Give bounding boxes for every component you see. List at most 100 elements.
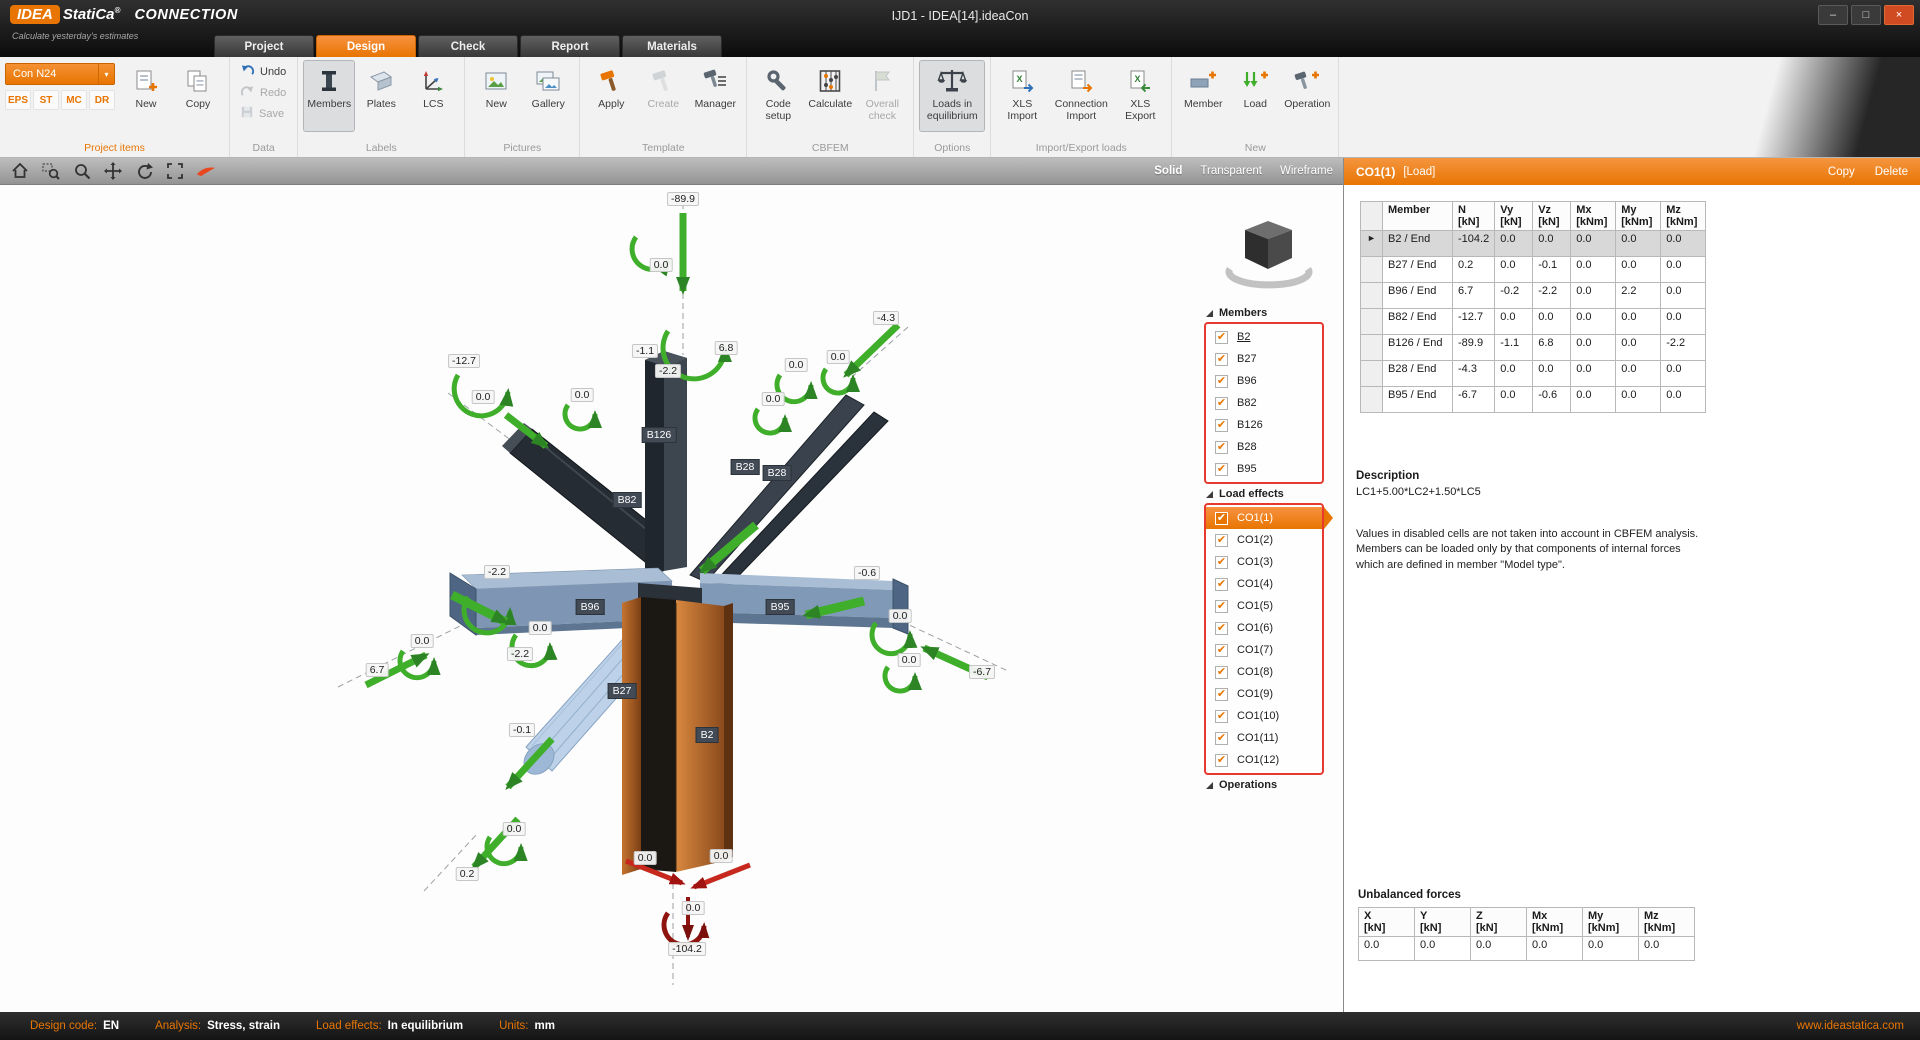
- member-cell[interactable]: B27 / End: [1383, 257, 1453, 283]
- undo-button[interactable]: Undo: [235, 63, 292, 81]
- member-cell[interactable]: B82 / End: [1383, 309, 1453, 335]
- value-cell[interactable]: 0.0: [1661, 257, 1706, 283]
- member-cell[interactable]: B28 / End: [1383, 361, 1453, 387]
- xls-export-button[interactable]: XXLS Export: [1114, 60, 1166, 132]
- loads-in-equilibrium-button[interactable]: Loads in equilibrium: [919, 60, 985, 132]
- project-type-dr-button[interactable]: DR: [89, 90, 115, 110]
- row-selector-cell[interactable]: [1361, 309, 1383, 335]
- row-selector-cell[interactable]: ►: [1361, 231, 1383, 257]
- create-button[interactable]: Create: [637, 60, 689, 132]
- chevron-down-icon[interactable]: ▾: [98, 64, 114, 84]
- pan-icon[interactable]: [103, 161, 123, 181]
- checkbox-checked-icon[interactable]: ✔: [1215, 622, 1228, 635]
- titlebar[interactable]: IJD1 - IDEA[14].ideaCon – □ ×: [0, 0, 1920, 32]
- value-cell[interactable]: -6.7: [1453, 387, 1495, 413]
- value-cell[interactable]: -104.2: [1453, 231, 1495, 257]
- value-cell[interactable]: 0.0: [1571, 335, 1616, 361]
- load-effect-item-co1-10[interactable]: ✔CO1(10): [1206, 705, 1322, 727]
- value-cell[interactable]: 0.0: [1571, 361, 1616, 387]
- load-row-b28-end[interactable]: B28 / End-4.30.00.00.00.00.0: [1361, 361, 1706, 387]
- connection-import-button[interactable]: Connection Import: [1048, 60, 1114, 132]
- checkbox-checked-icon[interactable]: ✔: [1215, 397, 1228, 410]
- load-effect-item-co1-11[interactable]: ✔CO1(11): [1206, 727, 1322, 749]
- load-button[interactable]: Load: [1229, 60, 1281, 132]
- value-cell[interactable]: 0.0: [1571, 231, 1616, 257]
- value-cell[interactable]: 0.0: [1533, 309, 1571, 335]
- home-icon[interactable]: [10, 161, 30, 181]
- value-cell[interactable]: 0.0: [1661, 361, 1706, 387]
- checkbox-checked-icon[interactable]: ✔: [1215, 512, 1228, 525]
- load-effect-item-co1-5[interactable]: ✔CO1(5): [1206, 595, 1322, 617]
- value-cell[interactable]: 0.0: [1533, 361, 1571, 387]
- value-cell[interactable]: -2.2: [1661, 335, 1706, 361]
- manager-button[interactable]: Manager: [689, 60, 741, 132]
- gallery-button[interactable]: Gallery: [522, 60, 574, 132]
- member-item-b28[interactable]: ✔B28: [1206, 436, 1322, 458]
- rotate-icon[interactable]: [134, 161, 154, 181]
- website-link[interactable]: www.ideastatica.com: [1797, 1020, 1904, 1032]
- checkbox-checked-icon[interactable]: ✔: [1215, 463, 1228, 476]
- fit-view-icon[interactable]: [165, 161, 185, 181]
- beam-b126[interactable]: [645, 351, 687, 578]
- row-selector-cell[interactable]: [1361, 387, 1383, 413]
- highlight-icon[interactable]: [196, 161, 216, 181]
- value-cell[interactable]: -0.6: [1533, 387, 1571, 413]
- member-item-b82[interactable]: ✔B82: [1206, 392, 1322, 414]
- checkbox-checked-icon[interactable]: ✔: [1215, 578, 1228, 591]
- row-selector-cell[interactable]: [1361, 283, 1383, 309]
- close-button[interactable]: ×: [1884, 5, 1914, 25]
- load-row-b27-end[interactable]: B27 / End0.20.0-0.10.00.00.0: [1361, 257, 1706, 283]
- value-cell[interactable]: 0.0: [1495, 387, 1533, 413]
- load-effect-item-co1-6[interactable]: ✔CO1(6): [1206, 617, 1322, 639]
- load-effect-item-co1-4[interactable]: ✔CO1(4): [1206, 573, 1322, 595]
- member-item-b95[interactable]: ✔B95: [1206, 458, 1322, 480]
- tab-design[interactable]: Design: [316, 35, 416, 57]
- value-cell[interactable]: 0.0: [1661, 231, 1706, 257]
- load-effect-item-co1-2[interactable]: ✔CO1(2): [1206, 529, 1322, 551]
- load-effect-item-co1-3[interactable]: ✔CO1(3): [1206, 551, 1322, 573]
- checkbox-checked-icon[interactable]: ✔: [1215, 534, 1228, 547]
- operation-button[interactable]: Operation: [1281, 60, 1333, 132]
- 3d-viewport[interactable]: B126B82B28B28B96B95B27B2 -89.90.06.8-1.1…: [0, 185, 1343, 1012]
- member-item-b96[interactable]: ✔B96: [1206, 370, 1322, 392]
- view-mode-solid[interactable]: Solid: [1154, 165, 1182, 177]
- load-effect-item-co1-8[interactable]: ✔CO1(8): [1206, 661, 1322, 683]
- expander-icon[interactable]: [1206, 310, 1213, 317]
- row-selector-cell[interactable]: [1361, 361, 1383, 387]
- 3d-scene[interactable]: [0, 185, 1343, 1012]
- load-row-b2-end[interactable]: ►B2 / End-104.20.00.00.00.00.0: [1361, 231, 1706, 257]
- tree-members-header[interactable]: Members: [1204, 307, 1332, 319]
- member-item-b27[interactable]: ✔B27: [1206, 348, 1322, 370]
- member-cell[interactable]: B2 / End: [1383, 231, 1453, 257]
- value-cell[interactable]: 0.0: [1616, 257, 1661, 283]
- project-type-mc-button[interactable]: MC: [61, 90, 87, 110]
- copy-load-button[interactable]: Copy: [1828, 166, 1855, 178]
- value-cell[interactable]: 0.0: [1571, 387, 1616, 413]
- value-cell[interactable]: 0.0: [1616, 309, 1661, 335]
- value-cell[interactable]: -12.7: [1453, 309, 1495, 335]
- code-setup-button[interactable]: Code setup: [752, 60, 804, 132]
- member-button[interactable]: Member: [1177, 60, 1229, 132]
- save-button[interactable]: Save: [235, 105, 292, 122]
- project-type-st-button[interactable]: ST: [33, 90, 59, 110]
- checkbox-checked-icon[interactable]: ✔: [1215, 732, 1228, 745]
- value-cell[interactable]: -2.2: [1533, 283, 1571, 309]
- load-row-b96-end[interactable]: B96 / End6.7-0.2-2.20.02.20.0: [1361, 283, 1706, 309]
- overall-check-button[interactable]: Overall check: [856, 60, 908, 132]
- new-button[interactable]: New: [470, 60, 522, 132]
- navigation-cube[interactable]: [1229, 221, 1309, 285]
- maximize-button[interactable]: □: [1851, 5, 1881, 25]
- zoom-window-icon[interactable]: [41, 161, 61, 181]
- member-item-b2[interactable]: ✔B2: [1206, 326, 1322, 348]
- expander-icon[interactable]: [1206, 782, 1213, 789]
- project-item-selector[interactable]: Con N24 ▾: [5, 63, 115, 85]
- value-cell[interactable]: 6.8: [1533, 335, 1571, 361]
- minimize-button[interactable]: –: [1818, 5, 1848, 25]
- tree-operations-header[interactable]: Operations: [1204, 779, 1332, 791]
- row-selector-cell[interactable]: [1361, 335, 1383, 361]
- expander-icon[interactable]: [1206, 491, 1213, 498]
- load-row-b95-end[interactable]: B95 / End-6.70.0-0.60.00.00.0: [1361, 387, 1706, 413]
- value-cell[interactable]: 0.0: [1533, 231, 1571, 257]
- load-effect-item-co1-1[interactable]: ✔CO1(1): [1206, 507, 1322, 529]
- value-cell[interactable]: 0.0: [1495, 309, 1533, 335]
